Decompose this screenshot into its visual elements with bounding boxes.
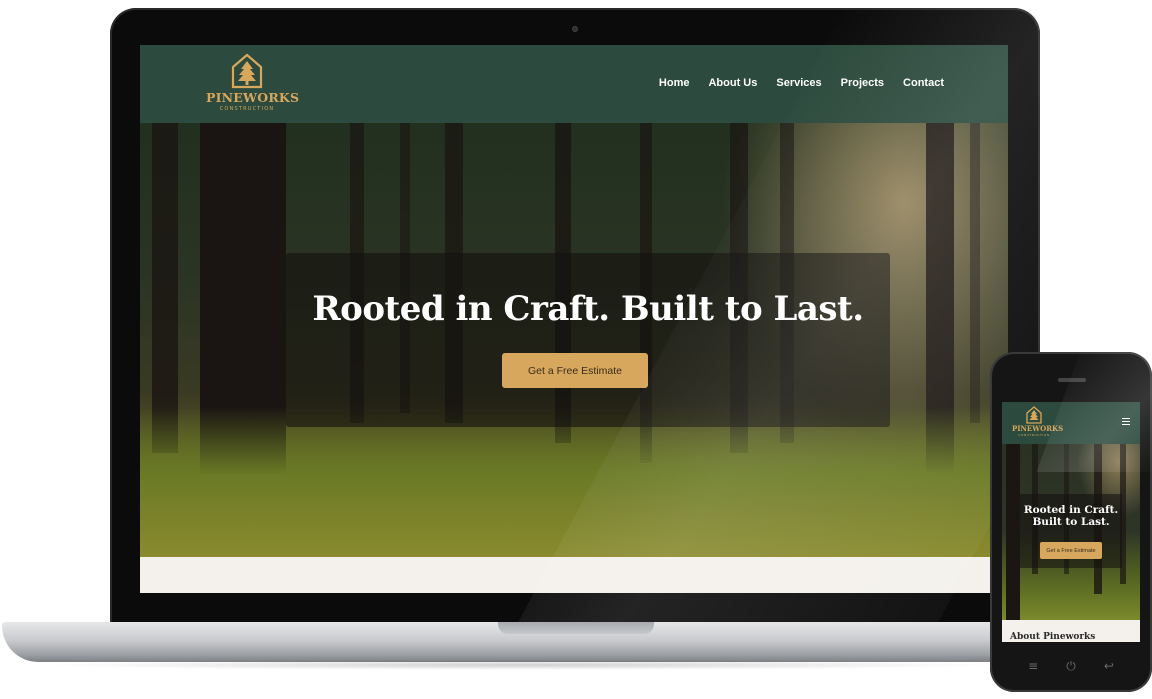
- content-section-start: [140, 557, 1008, 593]
- mobile-get-free-estimate-button[interactable]: Get a Free Estimate: [1040, 542, 1102, 559]
- camera-icon: [572, 26, 578, 32]
- site-header: PINEWORKS CONSTRUCTION Home About Us Ser…: [140, 45, 1008, 123]
- nav-contact[interactable]: Contact: [903, 77, 944, 89]
- get-free-estimate-button[interactable]: Get a Free Estimate: [502, 353, 648, 388]
- nav-services[interactable]: Services: [776, 77, 821, 89]
- mobile-hero-title-line1: Rooted in Craft.: [1023, 504, 1119, 516]
- pine-tree-house-icon: [231, 53, 263, 89]
- laptop-shadow: [40, 660, 1000, 670]
- mobile-hero-title: Rooted in Craft. Built to Last.: [1020, 504, 1122, 528]
- forest-undergrowth: [140, 407, 1008, 557]
- phone-nav-buttons: ≡ ⏻ ↩: [990, 654, 1152, 678]
- laptop-opening-notch: [498, 622, 654, 634]
- tree-trunk: [970, 123, 980, 423]
- nav-about-us[interactable]: About Us: [708, 77, 757, 89]
- pine-tree-house-icon: [1026, 406, 1042, 424]
- menu-key-icon[interactable]: ≡: [1028, 659, 1038, 673]
- hero-title: Rooted in Craft. Built to Last.: [312, 289, 864, 329]
- back-icon[interactable]: ↩: [1104, 659, 1114, 673]
- site-logo[interactable]: PINEWORKS CONSTRUCTION: [206, 53, 300, 112]
- main-nav: Home About Us Services Projects Contact: [659, 77, 944, 89]
- mobile-logo-name: PINEWORKS: [1012, 424, 1064, 433]
- phone-device: PINEWORKS CONSTRUCTION Rooted in Craft. …: [990, 352, 1152, 692]
- logo-name: PINEWORKS: [206, 90, 300, 105]
- logo-tagline: CONSTRUCTION: [219, 106, 275, 112]
- desktop-website-screen: PINEWORKS CONSTRUCTION Home About Us Ser…: [140, 45, 1008, 593]
- hero-overlay-box: Rooted in Craft. Built to Last. Get a Fr…: [286, 253, 890, 427]
- hero-forest-image: Rooted in Craft. Built to Last. Get a Fr…: [140, 123, 1008, 557]
- tree-trunk: [152, 123, 178, 453]
- mobile-hero-title-line2: Built to Last.: [1032, 516, 1110, 528]
- power-icon[interactable]: ⏻: [1066, 659, 1076, 674]
- laptop-device: PINEWORKS CONSTRUCTION Home About Us Ser…: [110, 8, 1040, 626]
- tree-trunk: [1006, 444, 1020, 620]
- nav-home[interactable]: Home: [659, 77, 690, 89]
- mobile-hero-overlay-box: Rooted in Craft. Built to Last. Get a Fr…: [1020, 494, 1122, 568]
- mobile-site-logo[interactable]: PINEWORKS CONSTRUCTION: [1012, 406, 1064, 437]
- nav-projects[interactable]: Projects: [841, 77, 884, 89]
- about-section-heading: About Pineworks: [1010, 632, 1096, 642]
